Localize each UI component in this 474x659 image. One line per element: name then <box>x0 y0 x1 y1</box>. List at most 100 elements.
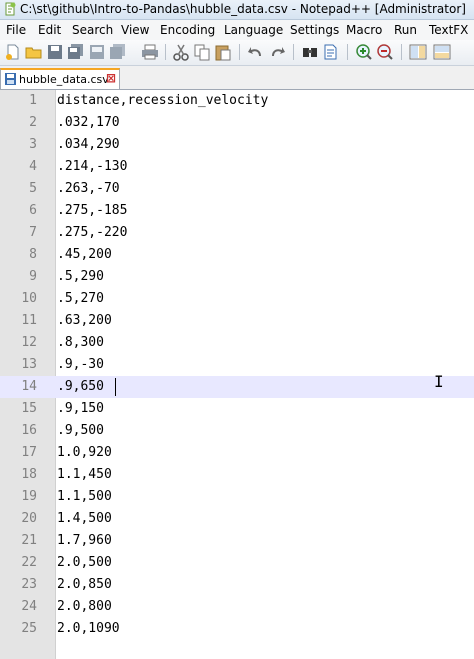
line-text[interactable]: .5,270 <box>57 291 104 306</box>
line-text[interactable]: .9,150 <box>57 401 104 416</box>
sync-vertical-icon[interactable] <box>408 42 428 62</box>
menu-settings[interactable]: Settings <box>290 23 339 37</box>
line-text[interactable]: .263,-70 <box>57 181 120 196</box>
tab-close-button[interactable]: ⊠ <box>106 71 116 85</box>
editor-line[interactable]: 6 .275,-185 <box>0 200 474 222</box>
editor-line[interactable]: 8 .45,200 <box>0 244 474 266</box>
editor-line[interactable]: 11 .63,200 <box>0 310 474 332</box>
line-number: 3 <box>29 137 37 152</box>
tab-bar: hubble_data.csv ⊠ <box>0 66 474 90</box>
line-text[interactable]: 1.1,500 <box>57 489 112 504</box>
line-text[interactable]: .032,170 <box>57 115 120 130</box>
menu-encoding[interactable]: Encoding <box>160 23 215 37</box>
undo-icon[interactable] <box>246 42 266 62</box>
line-text[interactable]: 1.7,960 <box>57 533 112 548</box>
menu-language[interactable]: Language <box>224 23 283 37</box>
line-text[interactable]: 1.1,450 <box>57 467 112 482</box>
line-text[interactable]: .63,200 <box>57 313 112 328</box>
print-icon[interactable] <box>140 42 160 62</box>
editor-line[interactable]: 4 .214,-130 <box>0 156 474 178</box>
editor-line[interactable]: 13 .9,-30 <box>0 354 474 376</box>
editor-line[interactable]: 19 1.1,500 <box>0 486 474 508</box>
line-text[interactable]: 2.0,500 <box>57 555 112 570</box>
save-all-icon[interactable] <box>66 42 86 62</box>
editor-line[interactable]: 10 .5,270 <box>0 288 474 310</box>
line-text[interactable]: .034,290 <box>57 137 120 152</box>
line-text[interactable]: distance,recession_velocity <box>57 93 268 108</box>
editor-line[interactable]: 15 .9,150 <box>0 398 474 420</box>
line-text[interactable]: 2.0,850 <box>57 577 112 592</box>
line-text[interactable]: .8,300 <box>57 335 104 350</box>
tab-hubble-data-csv[interactable]: hubble_data.csv ⊠ <box>0 68 120 89</box>
line-number: 4 <box>29 159 37 174</box>
line-text[interactable]: .214,-130 <box>57 159 127 174</box>
editor-line[interactable]: 7 .275,-220 <box>0 222 474 244</box>
line-number: 14 <box>21 379 37 394</box>
editor-line[interactable]: 16 .9,500 <box>0 420 474 442</box>
line-text[interactable]: .45,200 <box>57 247 112 262</box>
editor-line[interactable]: 2 .032,170 <box>0 112 474 134</box>
line-number: 18 <box>21 467 37 482</box>
line-text[interactable]: 1.0,920 <box>57 445 112 460</box>
line-number: 24 <box>21 599 37 614</box>
paste-icon[interactable] <box>213 42 233 62</box>
line-text[interactable]: 1.4,500 <box>57 511 112 526</box>
sync-horizontal-icon[interactable] <box>432 42 452 62</box>
copy-icon[interactable] <box>192 42 212 62</box>
line-text[interactable]: .9,500 <box>57 423 104 438</box>
editor-line[interactable]: 3 .034,290 <box>0 134 474 156</box>
line-number: 9 <box>29 269 37 284</box>
menu-macro[interactable]: Macro <box>346 23 382 37</box>
editor-line[interactable]: 17 1.0,920 <box>0 442 474 464</box>
find-icon[interactable] <box>300 42 320 62</box>
zoom-in-icon[interactable] <box>354 42 374 62</box>
open-file-icon[interactable] <box>24 42 44 62</box>
menu-view[interactable]: View <box>121 23 149 37</box>
menu-edit[interactable]: Edit <box>38 23 61 37</box>
editor-line[interactable]: 5 .263,-70 <box>0 178 474 200</box>
window-title: C:\st\github\Intro-to-Pandas\hubble_data… <box>20 2 466 16</box>
editor-line[interactable]: 25 2.0,1090 <box>0 618 474 640</box>
redo-icon[interactable] <box>267 42 287 62</box>
zoom-out-icon[interactable] <box>375 42 395 62</box>
close-icon[interactable] <box>87 42 107 62</box>
editor-line[interactable]: 14 .9,650 <box>0 376 474 398</box>
line-text[interactable]: 2.0,800 <box>57 599 112 614</box>
menu-file[interactable]: File <box>6 23 26 37</box>
editor-line[interactable]: 1 distance,recession_velocity <box>0 90 474 112</box>
editor-line[interactable]: 12 .8,300 <box>0 332 474 354</box>
line-number: 10 <box>21 291 37 306</box>
line-number: 8 <box>29 247 37 262</box>
line-number: 1 <box>29 93 37 108</box>
line-number: 12 <box>21 335 37 350</box>
text-cursor-icon: I <box>434 372 444 391</box>
editor-line[interactable]: 24 2.0,800 <box>0 596 474 618</box>
replace-icon[interactable] <box>321 42 341 62</box>
save-icon[interactable] <box>45 42 65 62</box>
line-text[interactable]: .9,650 <box>57 379 104 394</box>
line-text[interactable]: .5,290 <box>57 269 104 284</box>
line-number: 5 <box>29 181 37 196</box>
menu-run[interactable]: Run <box>394 23 417 37</box>
new-file-icon[interactable] <box>3 42 23 62</box>
menu-textfx[interactable]: TextFX <box>429 23 468 37</box>
line-number: 25 <box>21 621 37 636</box>
cut-icon[interactable] <box>171 42 191 62</box>
line-text[interactable]: .275,-185 <box>57 203 127 218</box>
toolbar-separator <box>239 44 240 60</box>
editor-line[interactable]: 22 2.0,500 <box>0 552 474 574</box>
editor-line[interactable]: 20 1.4,500 <box>0 508 474 530</box>
line-number: 13 <box>21 357 37 372</box>
line-text[interactable]: .275,-220 <box>57 225 127 240</box>
editor-line[interactable]: 9 .5,290 <box>0 266 474 288</box>
menu-search[interactable]: Search <box>72 23 113 37</box>
line-text[interactable]: 2.0,1090 <box>57 621 120 636</box>
editor-line[interactable]: 18 1.1,450 <box>0 464 474 486</box>
editor-line[interactable]: 23 2.0,850 <box>0 574 474 596</box>
close-all-icon[interactable] <box>108 42 128 62</box>
line-number: 19 <box>21 489 37 504</box>
editor-line[interactable]: 21 1.7,960 <box>0 530 474 552</box>
editor[interactable]: 1 distance,recession_velocity 2 .032,170 3 .0… <box>0 90 474 659</box>
line-text[interactable]: .9,-30 <box>57 357 104 372</box>
text-caret <box>115 378 116 396</box>
